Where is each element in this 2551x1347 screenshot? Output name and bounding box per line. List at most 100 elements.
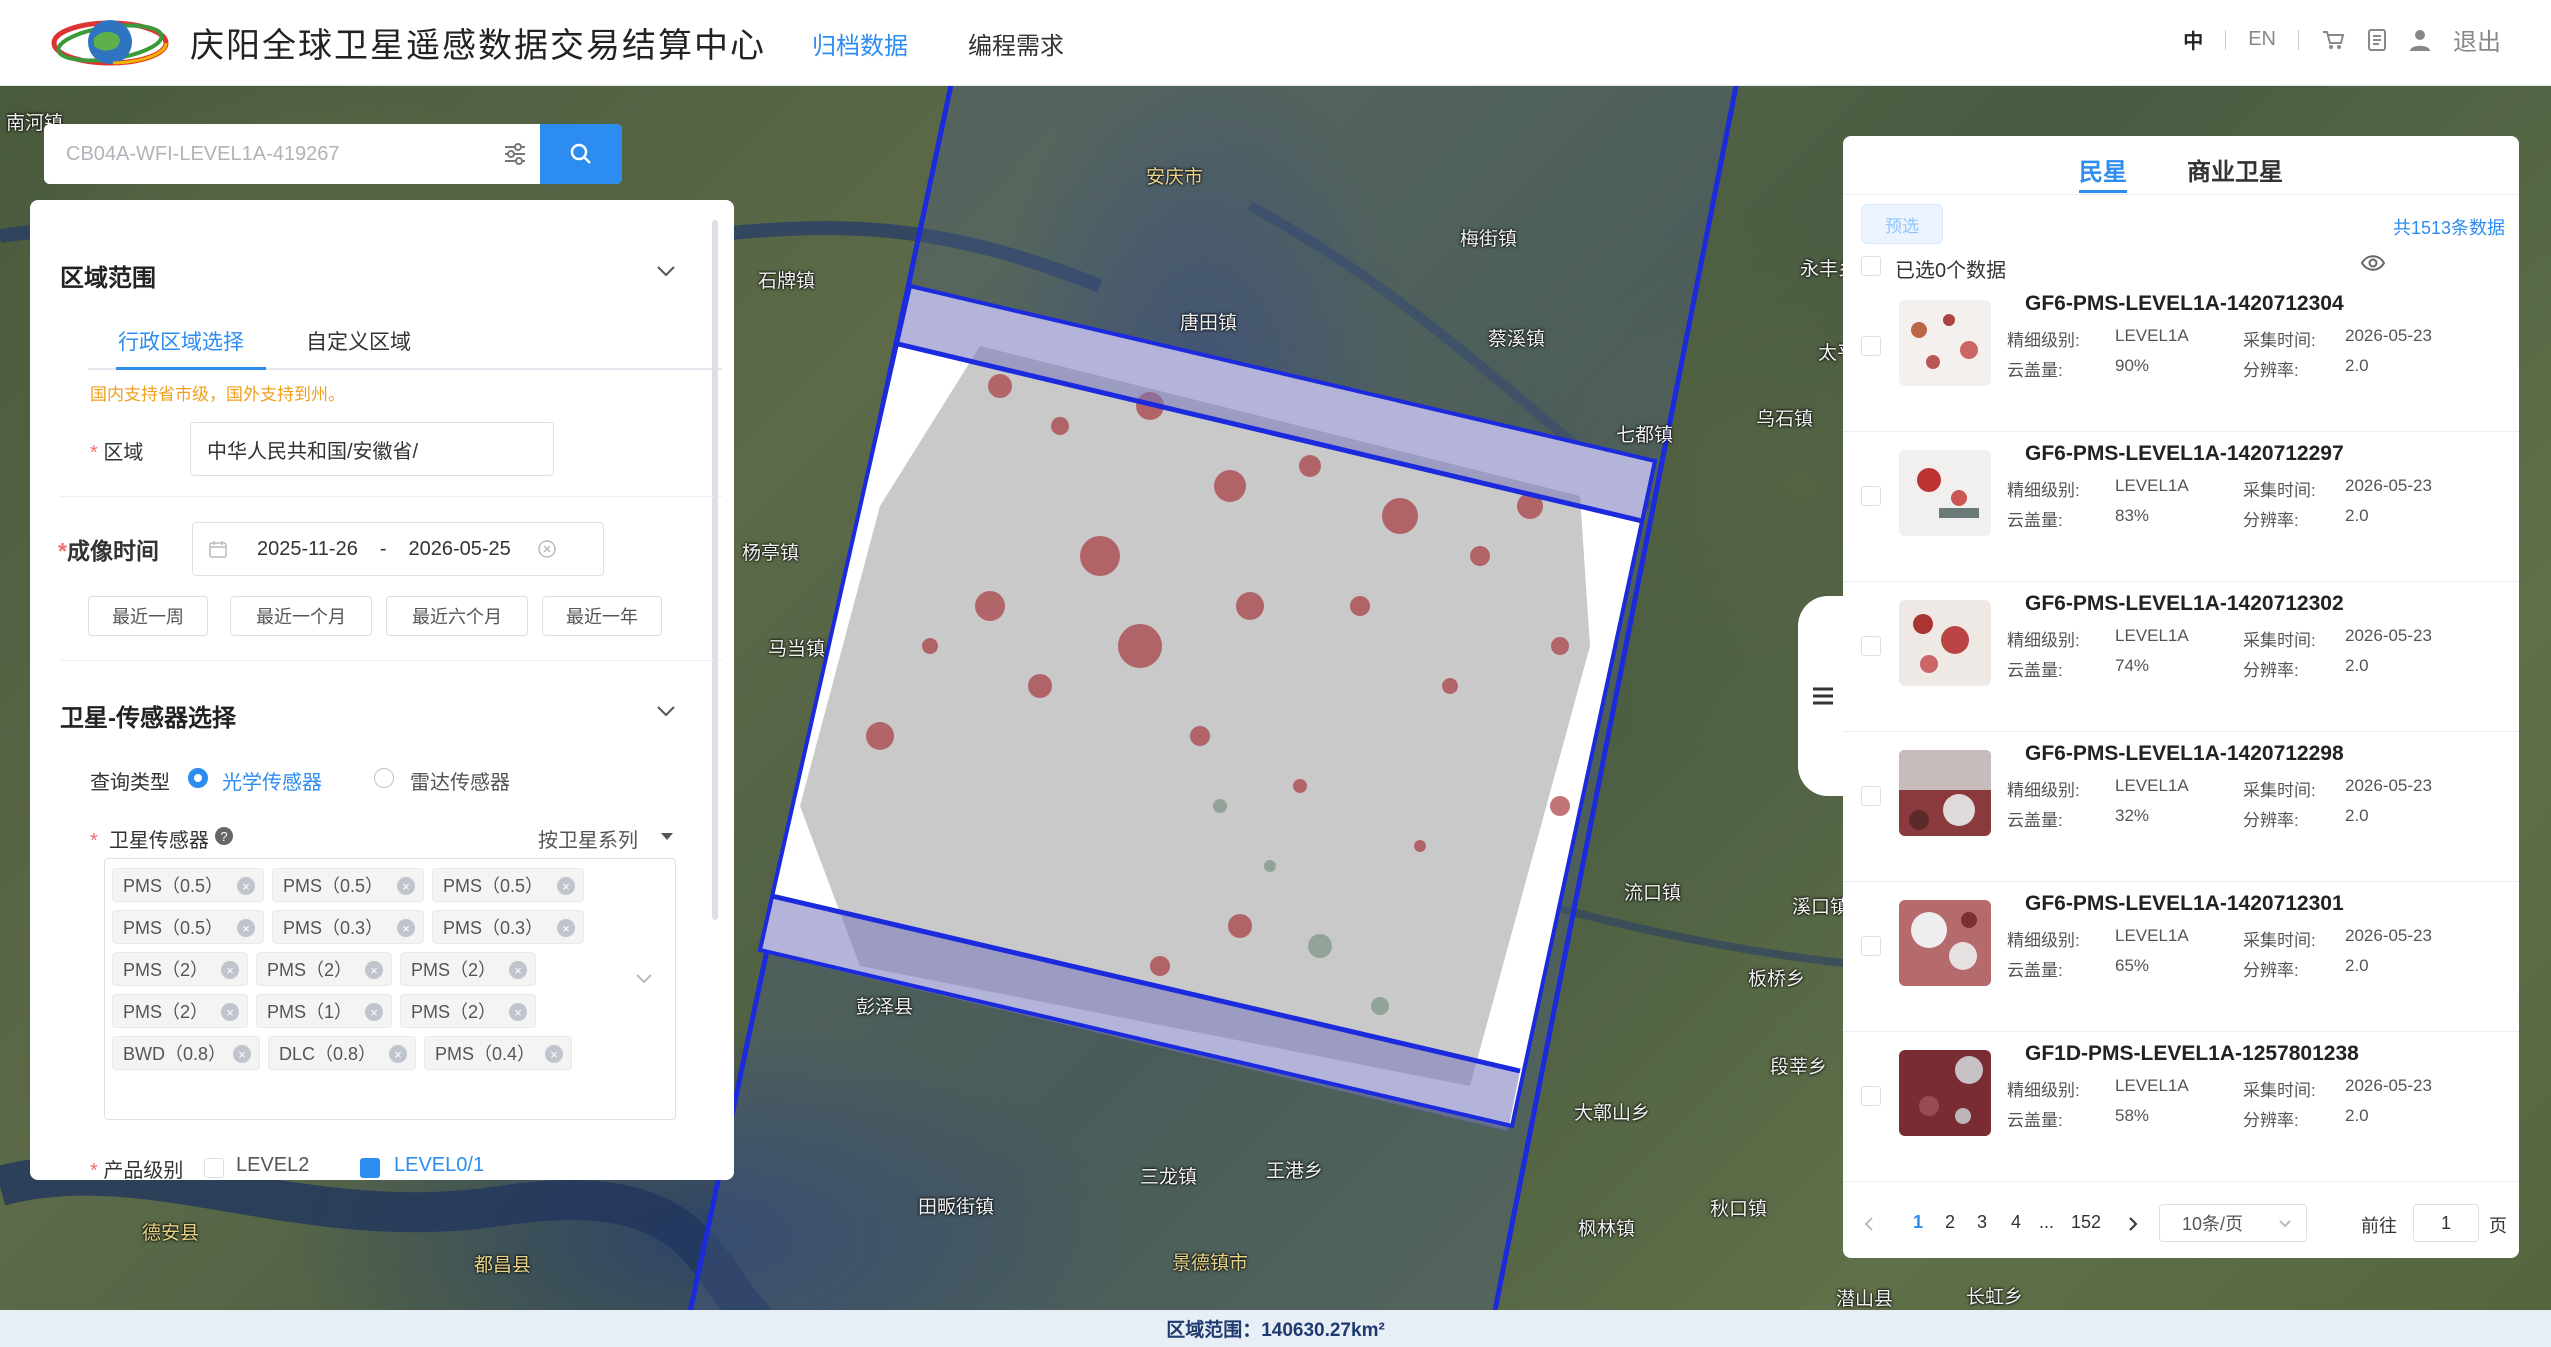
close-icon[interactable]: ×: [545, 1045, 563, 1063]
cart-icon[interactable]: [2321, 29, 2345, 51]
close-icon[interactable]: ×: [237, 877, 255, 895]
item-checkbox[interactable]: [1861, 486, 1881, 506]
site-logo[interactable]: [50, 12, 170, 74]
caret-down-icon[interactable]: [660, 832, 674, 842]
sensor-tag[interactable]: DLC（0.8） ×: [268, 1036, 416, 1070]
scene-thumbnail[interactable]: [1899, 1050, 1991, 1136]
region-field[interactable]: 中华人民共和国/安徽省/: [190, 422, 554, 476]
close-icon[interactable]: ×: [397, 919, 415, 937]
select-all-checkbox[interactable]: [1861, 256, 1881, 276]
tab-commercial-satellite[interactable]: 商业卫星: [2187, 152, 2283, 187]
item-checkbox[interactable]: [1861, 936, 1881, 956]
item-title[interactable]: GF1D-PMS-LEVEL1A-1257801238: [2025, 1042, 2359, 1066]
lang-en[interactable]: EN: [2248, 28, 2276, 51]
quick-six-months-button[interactable]: 最近六个月: [386, 596, 528, 636]
close-icon[interactable]: ×: [557, 877, 575, 895]
panel-scrollbar[interactable]: [712, 220, 718, 920]
close-icon[interactable]: ×: [509, 1003, 527, 1021]
result-item[interactable]: GF6-PMS-LEVEL1A-1420712304 精细级别: LEVEL1A…: [1843, 282, 2519, 432]
sensor-tag[interactable]: BWD（0.8） ×: [112, 1036, 260, 1070]
sensor-tag[interactable]: PMS（0.5） ×: [112, 910, 264, 944]
item-title[interactable]: GF6-PMS-LEVEL1A-1420712304: [2025, 292, 2344, 316]
scene-thumbnail[interactable]: [1899, 600, 1991, 686]
by-series-select[interactable]: 按卫星系列: [538, 824, 638, 853]
close-icon[interactable]: ×: [389, 1045, 407, 1063]
item-title[interactable]: GF6-PMS-LEVEL1A-1420712302: [2025, 592, 2344, 616]
close-icon[interactable]: ×: [509, 961, 527, 979]
optical-radio[interactable]: [188, 768, 208, 788]
page-2[interactable]: 2: [1945, 1212, 1955, 1233]
item-title[interactable]: GF6-PMS-LEVEL1A-1420712297: [2025, 442, 2344, 466]
clear-icon[interactable]: [537, 539, 557, 559]
result-item[interactable]: GF6-PMS-LEVEL1A-1420712302 精细级别: LEVEL1A…: [1843, 582, 2519, 732]
page-3[interactable]: 3: [1977, 1212, 1987, 1233]
sensor-tag[interactable]: PMS（0.3） ×: [272, 910, 424, 944]
chevron-down-icon[interactable]: [656, 704, 676, 718]
close-icon[interactable]: ×: [233, 1045, 251, 1063]
tab-custom-region[interactable]: 自定义区域: [306, 326, 411, 356]
close-icon[interactable]: ×: [221, 1003, 239, 1021]
date-end[interactable]: 2026-05-25: [409, 538, 511, 561]
document-icon[interactable]: [2367, 28, 2387, 52]
item-checkbox[interactable]: [1861, 786, 1881, 806]
result-item[interactable]: GF6-PMS-LEVEL1A-1420712297 精细级别: LEVEL1A…: [1843, 432, 2519, 582]
sensor-tag[interactable]: PMS（0.5） ×: [112, 868, 264, 902]
scene-thumbnail[interactable]: [1899, 900, 1991, 986]
result-item[interactable]: GF1D-PMS-LEVEL1A-1257801238 精细级别: LEVEL1…: [1843, 1032, 2519, 1182]
sensor-tag[interactable]: PMS（0.5） ×: [272, 868, 424, 902]
sensor-tag[interactable]: PMS（2） ×: [400, 994, 536, 1028]
result-item[interactable]: GF6-PMS-LEVEL1A-1420712298 精细级别: LEVEL1A…: [1843, 732, 2519, 882]
nav-archive[interactable]: 归档数据: [812, 26, 908, 61]
sensor-tag[interactable]: PMS（1） ×: [256, 994, 392, 1028]
scene-thumbnail[interactable]: [1899, 450, 1991, 536]
help-icon[interactable]: ?: [214, 826, 234, 846]
user-icon[interactable]: [2409, 28, 2431, 52]
chevron-left-icon[interactable]: [1863, 1216, 1875, 1232]
item-title[interactable]: GF6-PMS-LEVEL1A-1420712298: [2025, 742, 2344, 766]
quick-week-button[interactable]: 最近一周: [88, 596, 208, 636]
close-icon[interactable]: ×: [397, 877, 415, 895]
sensor-tag[interactable]: PMS（2） ×: [112, 994, 248, 1028]
scene-thumbnail[interactable]: [1899, 300, 1991, 386]
panel-toggle[interactable]: [1798, 596, 1848, 796]
radar-radio[interactable]: [374, 768, 394, 788]
sensor-tag[interactable]: PMS（0.3） ×: [432, 910, 584, 944]
preselect-button[interactable]: 预选: [1861, 204, 1943, 244]
sensor-tag[interactable]: PMS（0.5） ×: [432, 868, 584, 902]
eye-icon[interactable]: [2361, 254, 2385, 272]
page-1[interactable]: 1: [1913, 1212, 1923, 1233]
search-button[interactable]: [540, 124, 622, 184]
nav-programming[interactable]: 编程需求: [968, 26, 1064, 61]
logout-button[interactable]: 退出: [2453, 22, 2501, 57]
close-icon[interactable]: ×: [237, 919, 255, 937]
level01-checkbox[interactable]: [360, 1158, 380, 1178]
filter-settings-icon[interactable]: [490, 124, 540, 184]
chevron-down-icon[interactable]: [635, 973, 653, 985]
search-input[interactable]: [44, 124, 490, 184]
sensor-tag[interactable]: PMS（2） ×: [112, 952, 248, 986]
item-checkbox[interactable]: [1861, 636, 1881, 656]
close-icon[interactable]: ×: [557, 919, 575, 937]
scene-thumbnail[interactable]: [1899, 750, 1991, 836]
date-start[interactable]: 2025-11-26: [257, 538, 358, 561]
page-last[interactable]: 152: [2071, 1212, 2101, 1233]
chevron-right-icon[interactable]: [2127, 1216, 2139, 1232]
page-size-select[interactable]: 10条/页: [2159, 1204, 2307, 1242]
chevron-down-icon[interactable]: [656, 264, 676, 278]
tab-admin-region[interactable]: 行政区域选择: [118, 326, 244, 356]
close-icon[interactable]: ×: [365, 1003, 383, 1021]
sensor-tag[interactable]: PMS（0.4） ×: [424, 1036, 572, 1070]
result-item[interactable]: GF6-PMS-LEVEL1A-1420712301 精细级别: LEVEL1A…: [1843, 882, 2519, 1032]
goto-page-input[interactable]: 1: [2413, 1204, 2479, 1242]
item-checkbox[interactable]: [1861, 336, 1881, 356]
level01-label[interactable]: LEVEL0/1: [394, 1154, 484, 1177]
quick-month-button[interactable]: 最近一个月: [230, 596, 372, 636]
level2-label[interactable]: LEVEL2: [236, 1154, 309, 1177]
item-checkbox[interactable]: [1861, 1086, 1881, 1106]
date-range-field[interactable]: 2025-11-26 - 2026-05-25: [192, 522, 604, 576]
lang-zh[interactable]: 中: [2183, 25, 2203, 54]
item-title[interactable]: GF6-PMS-LEVEL1A-1420712301: [2025, 892, 2344, 916]
page-ellipsis[interactable]: ...: [2039, 1212, 2054, 1233]
optical-radio-label[interactable]: 光学传感器: [222, 766, 322, 795]
tab-civil-satellite[interactable]: 民星: [2079, 152, 2127, 187]
